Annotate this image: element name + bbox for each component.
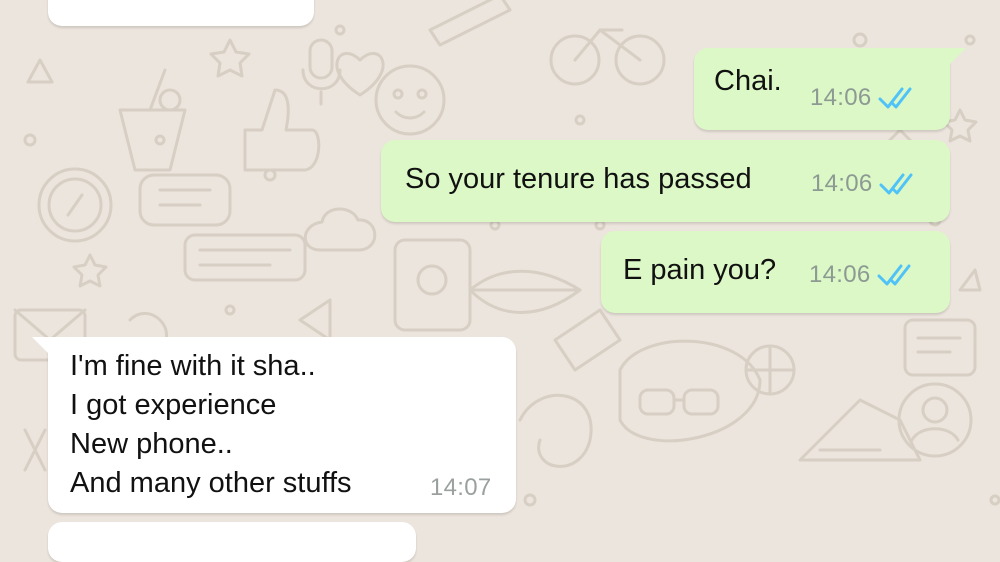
message-text: E pain you? [623, 254, 777, 286]
message-text: Chai. [714, 65, 782, 97]
double-check-read-icon [879, 171, 919, 197]
message-bubble-incoming[interactable] [48, 522, 416, 562]
message-bubble-incoming[interactable]: I'm fine with it sha.. I got experience … [32, 337, 516, 513]
message-time: 14:07 [430, 474, 492, 501]
message-meta: 14:07 [430, 474, 492, 502]
double-check-read-icon [878, 85, 918, 111]
compass-doodle-icon [37, 167, 113, 243]
message-time: 14:06 [809, 261, 871, 288]
ball-doodle-icon [744, 344, 796, 396]
double-check-read-icon [877, 262, 917, 288]
message-meta: 14:06 [809, 261, 917, 289]
message-meta: 14:06 [811, 170, 919, 198]
message-text: I'm fine with it sha.. I got experience … [70, 350, 352, 499]
message-bubble-outgoing[interactable]: So your tenure has passed 14:06 [381, 140, 950, 222]
message-time: 14:06 [810, 84, 872, 111]
message-meta: 14:06 [810, 84, 918, 112]
message-text: So your tenure has passed [405, 163, 752, 195]
message-bubble-outgoing[interactable]: E pain you? 14:06 [601, 231, 950, 313]
message-bubble-outgoing[interactable]: Chai. 14:06 [694, 48, 966, 130]
message-time: 14:06 [811, 170, 873, 197]
message-bubble-incoming[interactable] [48, 0, 314, 26]
